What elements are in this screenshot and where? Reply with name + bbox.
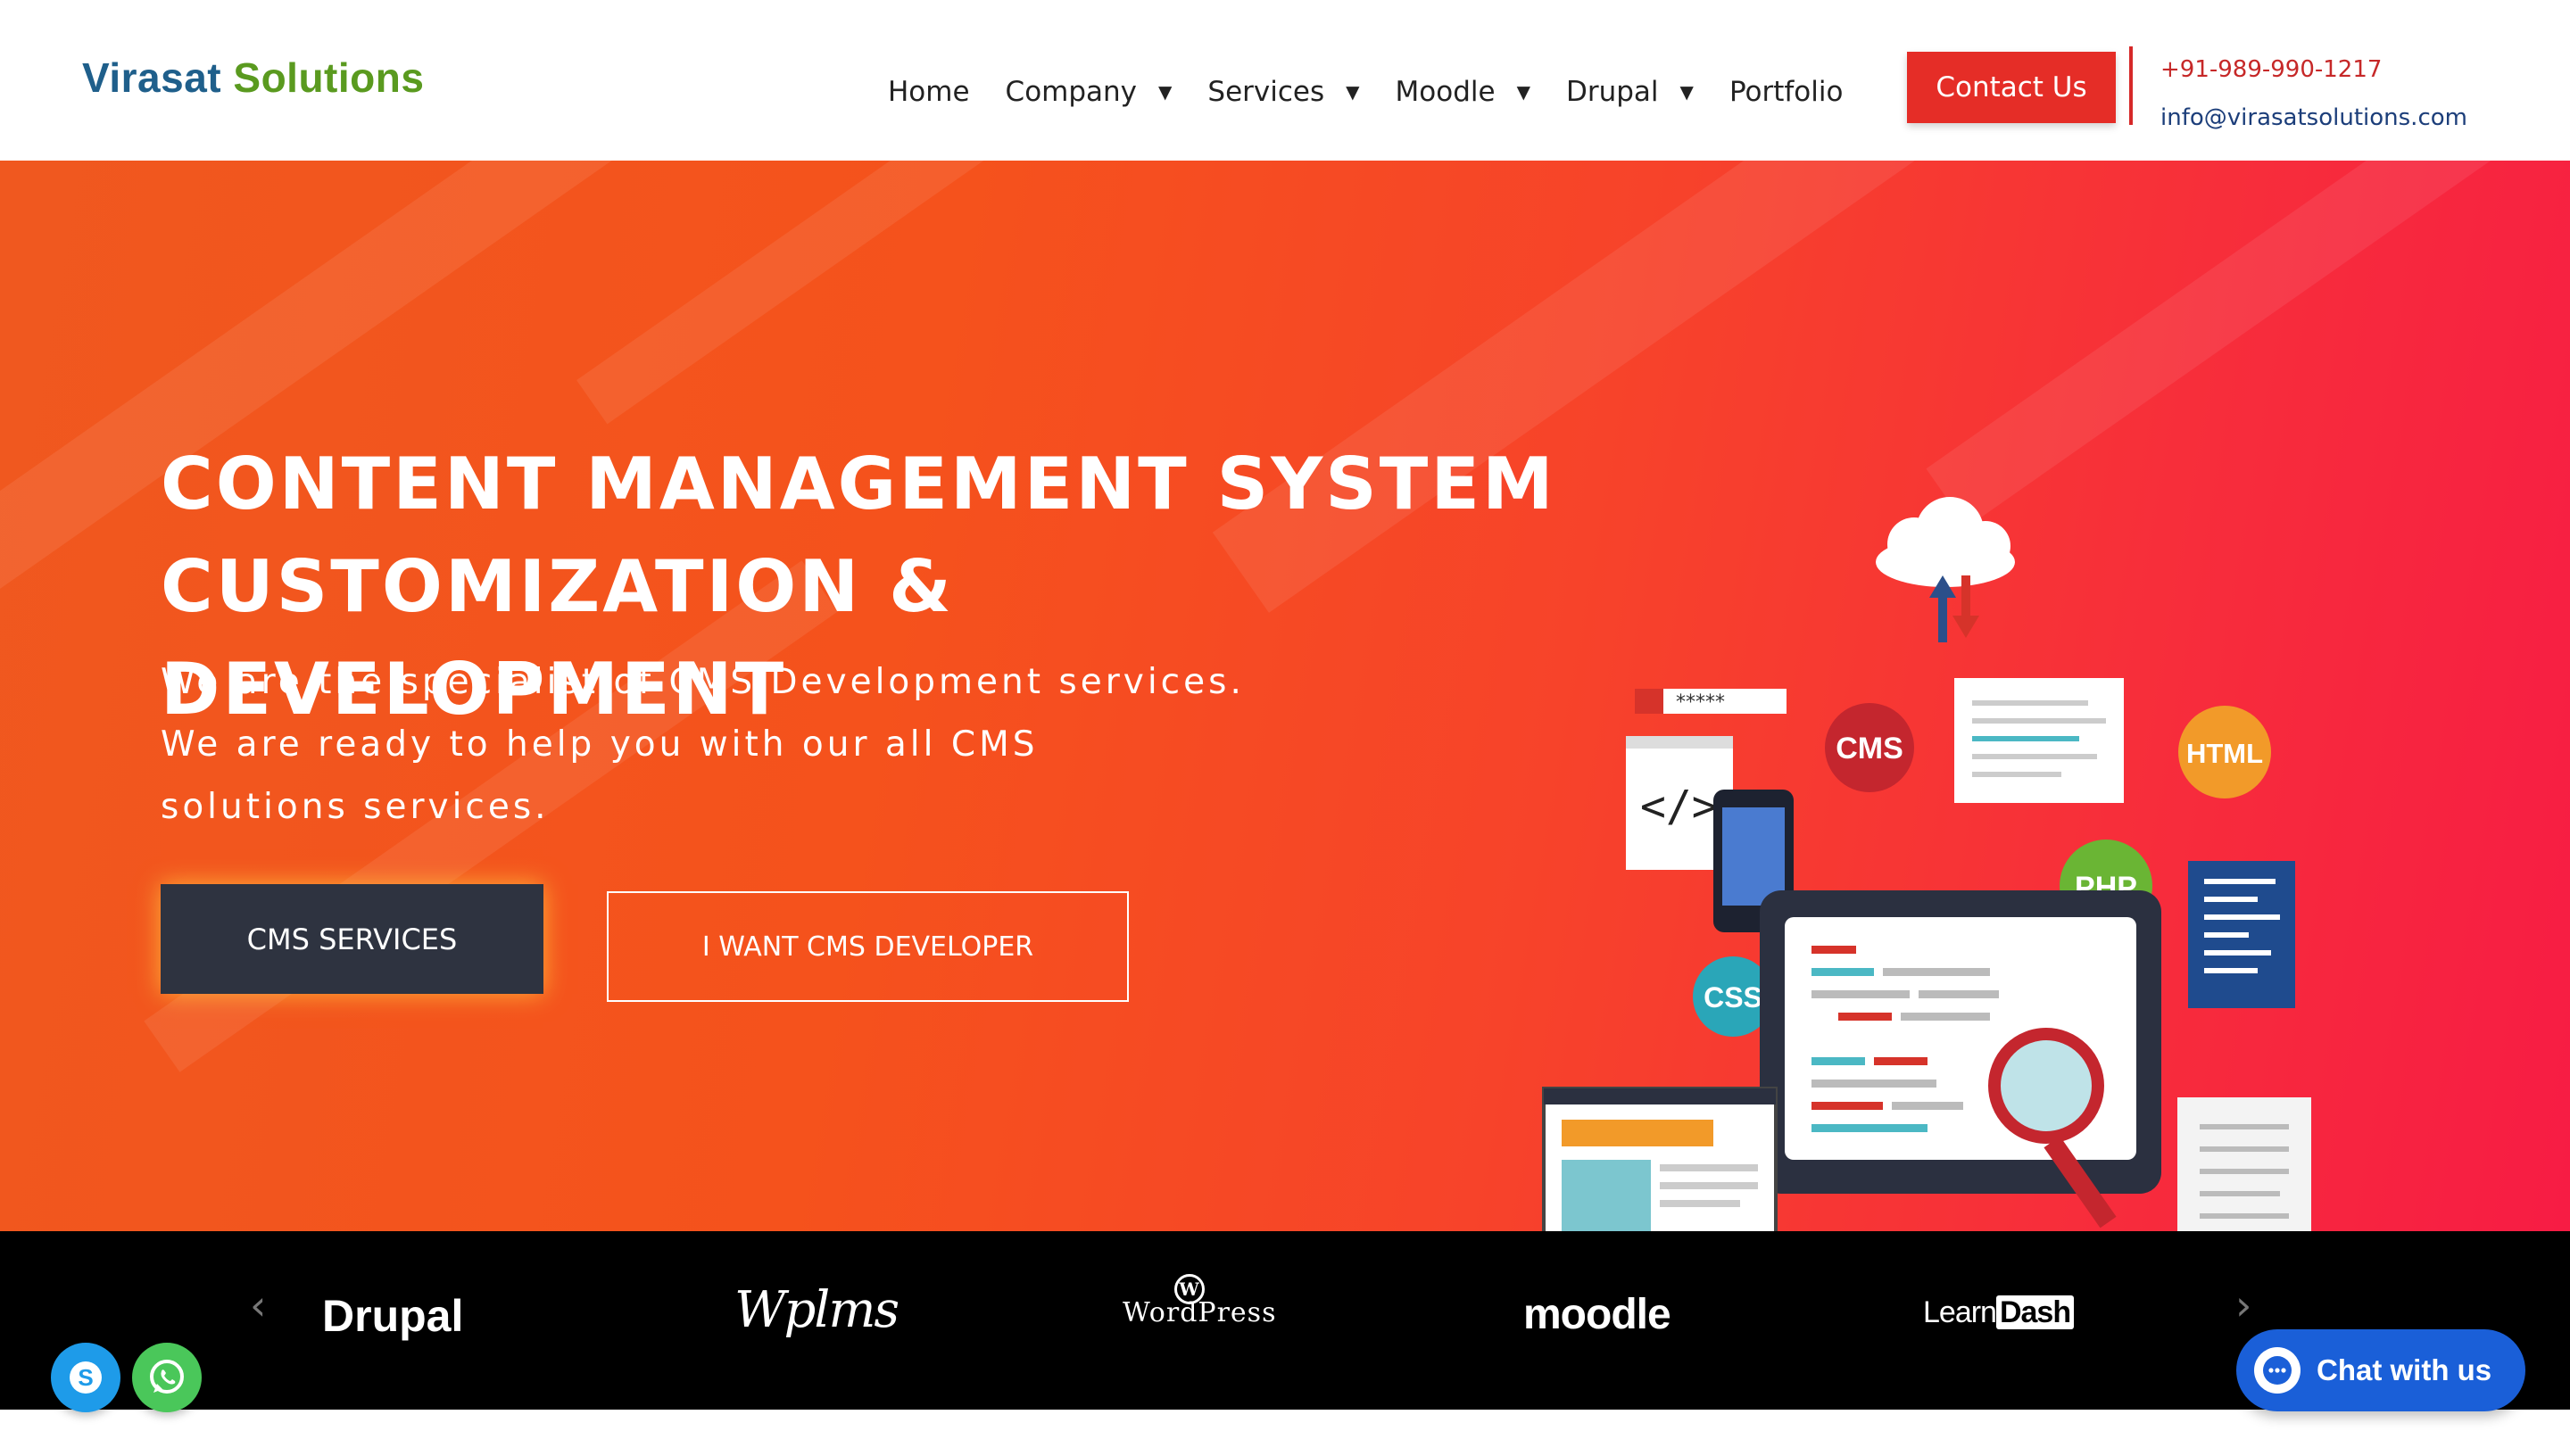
caret-down-icon: ▼ xyxy=(1679,81,1694,103)
nav-label: Services xyxy=(1207,76,1325,108)
nav-item-moodle[interactable]: Moodle ▼ xyxy=(1396,76,1530,108)
caret-down-icon: ▼ xyxy=(1158,81,1173,103)
hero-desc-line-3: solutions services. xyxy=(161,787,550,827)
nav-item-services[interactable]: Services ▼ xyxy=(1207,76,1359,108)
nav-label: Home xyxy=(888,76,970,108)
logo-word-solutions: Solutions xyxy=(233,54,425,101)
chevron-left-icon[interactable]: ‹ xyxy=(250,1281,266,1329)
learndash-dash: Dash xyxy=(1995,1295,2075,1329)
main-nav: Home Company ▼ Services ▼ Moodle ▼ Drupa… xyxy=(888,70,1843,114)
nav-label: Moodle xyxy=(1395,76,1496,108)
svg-text:*****: ***** xyxy=(1676,691,1725,714)
wordpress-logo: W WordPress xyxy=(1123,1274,1277,1328)
svg-text:S: S xyxy=(78,1364,93,1391)
nav-item-drupal[interactable]: Drupal ▼ xyxy=(1566,76,1694,108)
nav-item-company[interactable]: Company ▼ xyxy=(1006,76,1173,108)
page-bottom xyxy=(0,1410,2570,1456)
chat-bubble-icon xyxy=(2254,1347,2301,1394)
learndash-logo: Learn Dash xyxy=(1923,1295,2075,1330)
header-divider xyxy=(2129,46,2133,125)
hero-desc-line-1: We are the specialist of CMS Development… xyxy=(161,662,1245,702)
svg-text:CMS: CMS xyxy=(1836,732,1903,765)
cms-illustration: ***** </> CMS HTML PHP CSS xyxy=(1542,497,2311,1231)
svg-text:CSS: CSS xyxy=(1704,981,1762,1013)
logo-word-virasat: Virasat xyxy=(82,54,222,101)
blue-document-graphic xyxy=(2188,861,2295,1008)
nav-label: Drupal xyxy=(1565,76,1659,108)
skype-button[interactable]: S xyxy=(51,1343,120,1412)
skype-icon: S xyxy=(70,1361,102,1394)
cloud-icon xyxy=(1876,497,2015,642)
drupal-logo: Drupal xyxy=(322,1291,464,1341)
nav-item-portfolio[interactable]: Portfolio xyxy=(1729,76,1844,108)
html-badge: HTML xyxy=(2178,706,2271,798)
cms-services-button[interactable]: CMS SERVICES xyxy=(161,884,543,994)
caret-down-icon: ▼ xyxy=(1516,81,1530,103)
whatsapp-icon xyxy=(150,1360,184,1394)
nav-label: Portfolio xyxy=(1729,76,1844,108)
svg-text:</>: </> xyxy=(1640,782,1718,831)
monitor-graphic xyxy=(1760,890,2161,1194)
nav-label: Company xyxy=(1005,76,1138,108)
moodle-logo: moodle xyxy=(1523,1291,1671,1338)
nav-item-home[interactable]: Home xyxy=(888,76,970,108)
wplms-logo: Wplms xyxy=(734,1281,900,1339)
chat-label: Chat with us xyxy=(2317,1353,2492,1386)
svg-text:HTML: HTML xyxy=(2186,738,2263,769)
site-header: Virasat Solutions Home Company ▼ Service… xyxy=(0,0,2570,161)
laptop-window-graphic xyxy=(1542,1087,1778,1231)
caret-down-icon: ▼ xyxy=(1346,81,1360,103)
hero-bg-stripe xyxy=(576,161,1119,425)
cms-badge: CMS xyxy=(1825,703,1914,792)
chat-with-us-button[interactable]: Chat with us xyxy=(2236,1329,2525,1411)
whatsapp-button[interactable] xyxy=(132,1343,202,1412)
phone-link[interactable]: +91-989-990-1217 xyxy=(2160,56,2382,83)
hero-desc-line-2: We are ready to help you with our all CM… xyxy=(161,724,1039,765)
site-logo[interactable]: Virasat Solutions xyxy=(82,54,424,102)
paper-graphic xyxy=(2177,1097,2311,1231)
partner-logo-strip: ‹ Drupal Wplms W WordPress moodle Learn D… xyxy=(0,1231,2570,1410)
learndash-learn: Learn xyxy=(1923,1295,1997,1329)
hero-title-line-1: CONTENT MANAGEMENT SYSTEM xyxy=(161,443,1556,525)
contact-us-button[interactable]: Contact Us xyxy=(1907,52,2116,123)
document-graphic xyxy=(1954,678,2124,803)
hero-description: We are the specialist of CMS Development… xyxy=(161,651,1276,839)
email-link[interactable]: info@virasatsolutions.com xyxy=(2160,104,2467,131)
wordpress-wordmark: WordPress xyxy=(1123,1297,1277,1328)
wordpress-mark-icon: W xyxy=(1174,1274,1205,1304)
hero-banner: CONTENT MANAGEMENT SYSTEM CUSTOMIZATION … xyxy=(0,161,2570,1231)
chevron-right-icon[interactable]: › xyxy=(2235,1281,2251,1329)
password-field-graphic: ***** xyxy=(1635,689,1787,714)
want-cms-developer-button[interactable]: I WANT CMS DEVELOPER xyxy=(607,891,1129,1002)
